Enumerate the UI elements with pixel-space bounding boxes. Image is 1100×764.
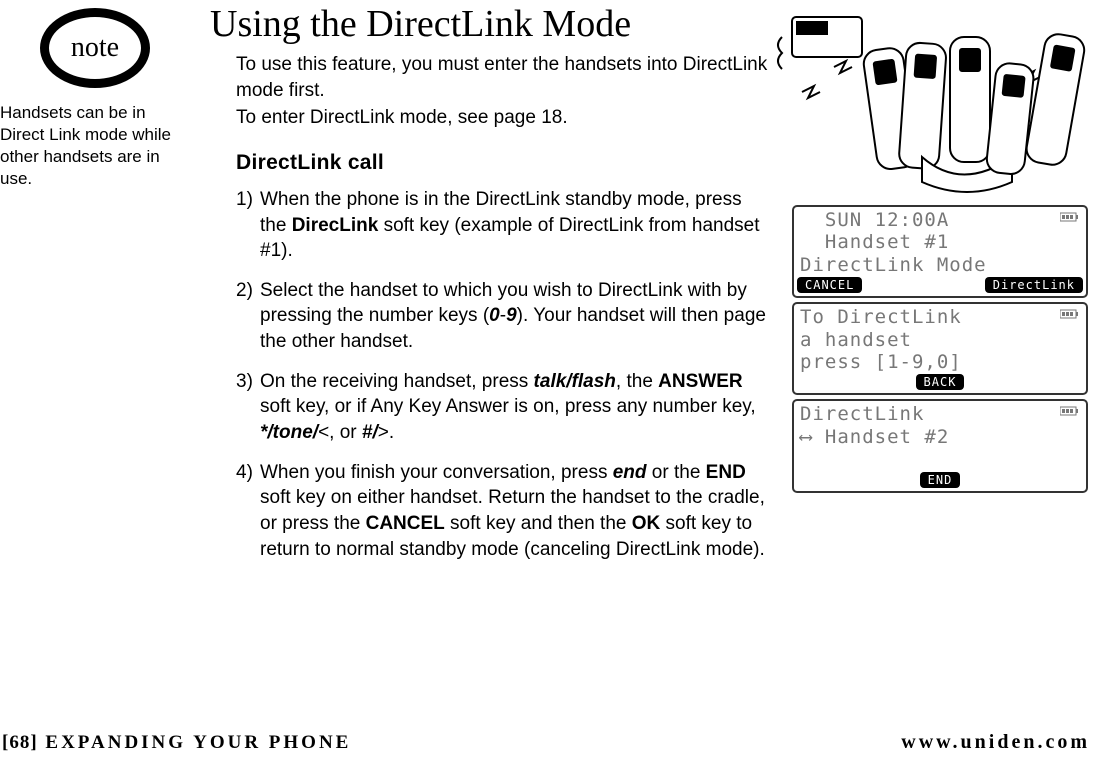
text: or the xyxy=(647,462,706,483)
lcd-line: DirectLink Mode xyxy=(800,254,1080,276)
softkey-directlink: DirectLink xyxy=(985,277,1083,293)
softkey-back: BACK xyxy=(916,374,965,390)
softkey-cancel: CANCEL xyxy=(797,277,862,293)
step-body: When you finish your conversation, press… xyxy=(260,460,770,563)
handsets-svg xyxy=(772,12,1092,197)
battery-icon xyxy=(1060,308,1080,320)
section-title: EXPANDING YOUR PHONE xyxy=(38,732,352,753)
main-content: Using the DirectLink Mode To use this fe… xyxy=(210,0,770,576)
footer-left: [68] EXPANDING YOUR PHONE xyxy=(0,732,351,754)
step-body: Select the handset to which you wish to … xyxy=(260,278,770,355)
screen-standby: SUN 12:00A Handset #1 DirectLink Mode CA… xyxy=(792,205,1088,298)
page-footer: [68] EXPANDING YOUR PHONE www.uniden.com xyxy=(0,731,1100,754)
step-number: 3) xyxy=(236,369,260,446)
lcd-line: press [1-9,0] xyxy=(800,351,1080,373)
softkey-spacer xyxy=(866,277,980,293)
key-answer: ANSWER xyxy=(658,371,742,392)
softkey-row: END xyxy=(794,472,1086,491)
screen-lines: DirectLink ⟷ Handset #2 xyxy=(794,401,1086,471)
handsets-illustration xyxy=(772,12,1092,197)
battery-icon xyxy=(1060,405,1080,417)
step-2: 2) Select the handset to which you wish … xyxy=(236,278,770,355)
key-talk-flash: talk/flash xyxy=(534,371,616,392)
screen-lines: SUN 12:00A Handset #1 DirectLink Mode xyxy=(794,207,1086,277)
text: On the receiving handset, press xyxy=(260,371,534,392)
lcd-line: DirectLink xyxy=(800,403,1080,425)
step-number: 2) xyxy=(236,278,260,355)
lcd-line xyxy=(800,448,1080,470)
footer-url: www.uniden.com xyxy=(901,731,1100,754)
softkey-cancel: CANCEL xyxy=(366,513,445,534)
note-label: note xyxy=(71,32,119,64)
softkey-end: END xyxy=(706,462,746,483)
key-pound: #/ xyxy=(362,422,378,443)
battery-icon xyxy=(1060,211,1080,223)
key-end: end xyxy=(613,462,647,483)
softkey-row: BACK xyxy=(794,374,1086,393)
step-3: 3) On the receiving handset, press talk/… xyxy=(236,369,770,446)
step-body: On the receiving handset, press talk/fla… xyxy=(260,369,770,446)
text: , the xyxy=(616,371,658,392)
text: soft key, or if Any Key Answer is on, pr… xyxy=(260,396,756,417)
text: When you finish your conversation, press xyxy=(260,462,613,483)
softkey-end: END xyxy=(920,472,961,488)
text: . xyxy=(389,422,394,443)
key-zero: 0 xyxy=(489,305,500,326)
screen-lines: To DirectLink a handset press [1-9,0] xyxy=(794,304,1086,374)
key-direclink: DirecLink xyxy=(292,215,379,236)
lcd-screens: SUN 12:00A Handset #1 DirectLink Mode CA… xyxy=(792,205,1092,497)
text: , or xyxy=(329,422,362,443)
softkey-ok: OK xyxy=(632,513,661,534)
step-1: 1) When the phone is in the DirectLink s… xyxy=(236,187,770,264)
text: soft key and then the xyxy=(445,513,632,534)
lcd-line: Handset #1 xyxy=(800,231,1080,253)
softkey-row: CANCEL DirectLink xyxy=(794,277,1086,296)
screen-connected: DirectLink ⟷ Handset #2 END xyxy=(792,399,1088,492)
text: > xyxy=(378,422,389,443)
lcd-line: ⟷ Handset #2 xyxy=(800,426,1080,448)
text: < xyxy=(318,422,329,443)
step-4: 4) When you finish your conversation, pr… xyxy=(236,460,770,563)
step-number: 1) xyxy=(236,187,260,264)
subheading: DirectLink call xyxy=(236,151,770,175)
step-body: When the phone is in the DirectLink stan… xyxy=(260,187,770,264)
step-number: 4) xyxy=(236,460,260,563)
intro-line2: To enter DirectLink mode, see page 18. xyxy=(236,105,770,131)
sidebar-note: note Handsets can be in Direct Link mode… xyxy=(0,8,200,190)
intro-paragraph: To use this feature, you must enter the … xyxy=(236,52,770,131)
page-number: [68] xyxy=(2,732,38,753)
key-nine: 9 xyxy=(506,305,517,326)
lcd-line: a handset xyxy=(800,329,1080,351)
steps-list: 1) When the phone is in the DirectLink s… xyxy=(236,187,770,562)
page-title: Using the DirectLink Mode xyxy=(210,2,770,46)
lcd-line: SUN 12:00A xyxy=(800,209,1080,231)
note-badge: note xyxy=(40,8,150,88)
note-text: Handsets can be in Direct Link mode whil… xyxy=(0,102,200,190)
lcd-line: To DirectLink xyxy=(800,306,1080,328)
key-star-tone: */tone/ xyxy=(260,422,318,443)
intro-line1: To use this feature, you must enter the … xyxy=(236,52,770,103)
screen-select: To DirectLink a handset press [1-9,0] BA… xyxy=(792,302,1088,395)
